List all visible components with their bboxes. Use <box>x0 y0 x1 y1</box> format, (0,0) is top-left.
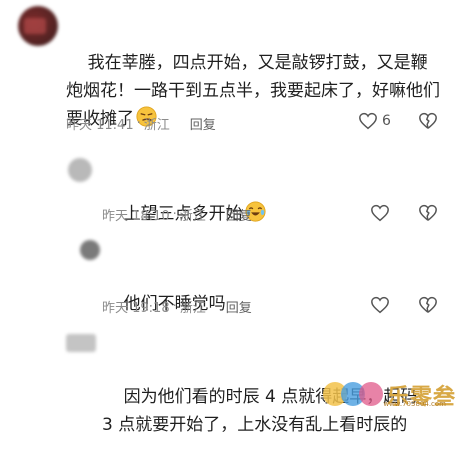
comment-location: 浙江 <box>179 301 206 316</box>
comment-meta: 昨天 11:41 · 浙江 回复 <box>66 114 216 133</box>
separator-dot: · <box>172 207 177 222</box>
heart-outline-icon <box>371 204 389 222</box>
like-button[interactable]: 6 <box>358 112 391 130</box>
heart-outline-icon <box>359 112 377 130</box>
reply-button[interactable]: 回复 <box>190 114 216 133</box>
avatar[interactable] <box>18 6 58 46</box>
dislike-button[interactable] <box>418 296 438 314</box>
comment-location: 浙江 <box>143 118 170 133</box>
avatar[interactable] <box>66 334 96 352</box>
like-button[interactable] <box>370 204 390 222</box>
separator-dot: · <box>172 299 177 314</box>
comment-time: 昨天 11:41 <box>66 118 134 133</box>
separator-dot: · <box>136 116 141 131</box>
avatar[interactable] <box>80 240 100 260</box>
heart-broken-icon <box>419 112 437 129</box>
comment-location: 浙江 <box>179 209 206 224</box>
comment-text: 我在莘塍，四点开始，又是敲锣打鼓，又是鞭炮烟花！一路干到五点半，我要起床了，好嘛… <box>66 53 440 129</box>
heart-outline-icon <box>371 296 389 314</box>
like-count: 6 <box>382 113 391 129</box>
avatar[interactable] <box>68 158 92 182</box>
comment-time: 昨天 18:10 <box>102 209 170 224</box>
like-button[interactable] <box>370 296 390 314</box>
dislike-button[interactable] <box>418 204 438 222</box>
heart-broken-icon <box>419 296 437 313</box>
dislike-button[interactable] <box>418 112 438 130</box>
heart-broken-icon <box>419 204 437 221</box>
comment-text: 因为他们看的时辰 4 点就得起早，起码 3 点就要开始了，上水没有乱上看时辰的 <box>102 387 423 435</box>
comment-meta: 昨天 18:10 · 浙江 回复 <box>102 205 252 224</box>
watermark-url: www.703804.com <box>383 400 446 408</box>
reply-button[interactable]: 回复 <box>226 205 252 224</box>
comment-meta: 昨天 19:18 · 浙江 回复 <box>102 297 252 316</box>
watermark-logo-mark <box>322 382 383 406</box>
watermark: 乐零叁 www.703804.com <box>321 376 456 410</box>
reply-button[interactable]: 回复 <box>226 297 252 316</box>
watermark-logo <box>321 376 387 410</box>
comment-time: 昨天 19:18 <box>102 301 170 316</box>
